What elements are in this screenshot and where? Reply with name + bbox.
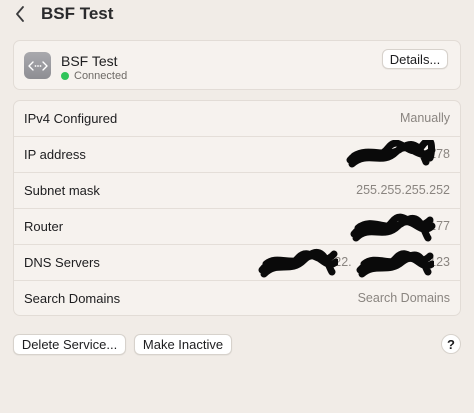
row-label: Subnet mask [24, 183, 100, 198]
vpn-icon [24, 52, 51, 79]
back-button[interactable] [10, 3, 30, 25]
row-ipv4-configured: IPv4 Configured Manually [14, 101, 460, 137]
make-inactive-button[interactable]: Make Inactive [134, 334, 232, 355]
dns-value-part-1: 122. [327, 255, 352, 269]
chevron-left-icon [16, 6, 24, 22]
dns-value-part-2: .123 [425, 255, 450, 269]
details-button[interactable]: Details... [382, 49, 448, 69]
row-subnet-mask: Subnet mask 255.255.255.252 [14, 173, 460, 209]
search-domains-field[interactable]: Search Domains [358, 291, 450, 305]
row-label: IPv4 Configured [24, 111, 118, 126]
status-dot-icon [61, 72, 69, 80]
service-status: Connected [61, 70, 127, 82]
service-name: BSF Test [61, 53, 118, 69]
row-label: DNS Servers [24, 255, 100, 270]
redaction-scribble [346, 140, 436, 168]
row-value: 122. .123 [327, 255, 450, 269]
row-label: Search Domains [24, 291, 121, 306]
redaction-scribble [258, 249, 338, 278]
status-text: Connected [74, 70, 128, 82]
row-ip-address: IP address .178 [14, 137, 460, 173]
row-search-domains: Search Domains Search Domains [14, 281, 460, 317]
row-value: .177 [425, 219, 450, 233]
network-info-card: IPv4 Configured Manually IP address .178… [13, 100, 461, 316]
page-title: BSF Test [41, 4, 114, 23]
row-dns-servers: DNS Servers 122. .123 [14, 245, 460, 281]
help-button[interactable]: ? [441, 334, 461, 354]
row-label: IP address [24, 147, 86, 162]
row-value: .178 [425, 147, 450, 161]
row-router: Router .177 [14, 209, 460, 245]
delete-service-button[interactable]: Delete Service... [13, 334, 126, 355]
row-value: 255.255.255.252 [356, 183, 450, 197]
service-card: BSF Test Connected Details... [13, 40, 461, 90]
header: BSF Test [0, 0, 474, 30]
row-value[interactable]: Manually [400, 111, 450, 125]
redaction-scribble [350, 213, 436, 242]
row-label: Router [24, 219, 64, 234]
